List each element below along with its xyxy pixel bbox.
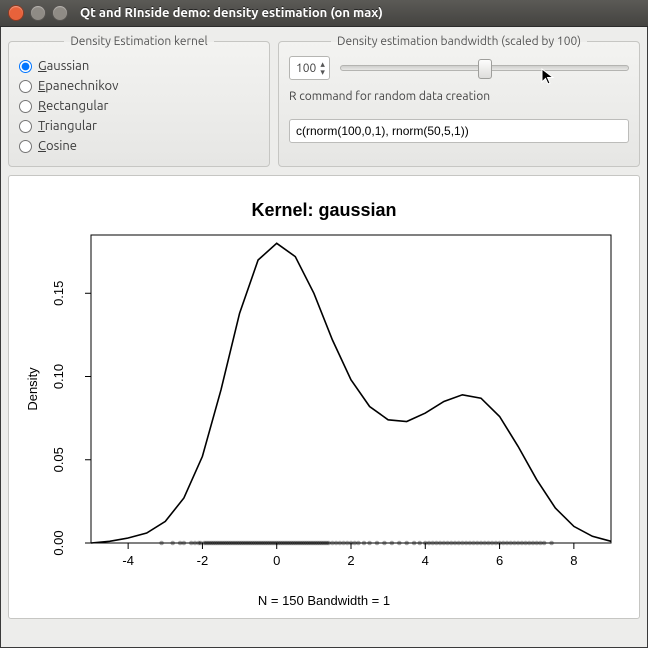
rcmd-input[interactable]: [289, 119, 629, 143]
kernel-radio-input[interactable]: [19, 100, 32, 113]
density-plot: Kernel: gaussian 0.00 0.05 0.10 0.15 Density…: [8, 175, 640, 619]
bandwidth-spinner[interactable]: 100 ▴▾: [289, 56, 330, 80]
svg-text:-4: -4: [122, 553, 134, 568]
kernel-radio-input[interactable]: [19, 60, 32, 73]
plot-title: Kernel: gaussian: [13, 200, 635, 221]
close-icon[interactable]: [8, 5, 24, 21]
svg-text:Density: Density: [25, 367, 40, 411]
svg-text:0.00: 0.00: [51, 530, 66, 555]
kernel-radio-gaussian[interactable]: Gaussian: [19, 56, 259, 76]
kernel-radio-epanechnikov[interactable]: Epanechnikov: [19, 76, 259, 96]
svg-text:0.05: 0.05: [51, 447, 66, 472]
window-title: Qt and RInside demo: density estimation …: [80, 6, 383, 20]
plot-caption: N = 150 Bandwidth = 1: [13, 593, 635, 608]
kernel-radio-cosine[interactable]: Cosine: [19, 136, 259, 156]
minimize-icon[interactable]: [30, 5, 46, 21]
bandwidth-groupbox: Density estimation bandwidth (scaled by …: [278, 35, 640, 167]
density-chart-svg: 0.00 0.05 0.10 0.15 Density -4 -2 0 2 4 6 8: [19, 229, 629, 589]
kernel-radio-label: Epanechnikov: [38, 79, 118, 93]
kernel-radio-input[interactable]: [19, 140, 32, 153]
kernel-radio-label: Rectangular: [38, 99, 108, 113]
kernel-radio-triangular[interactable]: Triangular: [19, 116, 259, 136]
bandwidth-slider[interactable]: [340, 57, 629, 79]
titlebar: Qt and RInside demo: density estimation …: [0, 0, 648, 27]
kernel-groupbox: Density Estimation kernel Gaussian Epanec…: [8, 35, 270, 167]
kernel-group-legend: Density Estimation kernel: [64, 35, 213, 48]
svg-text:-2: -2: [197, 553, 209, 568]
svg-text:0: 0: [273, 553, 280, 568]
kernel-radio-label: Gaussian: [38, 59, 89, 73]
kernel-radio-input[interactable]: [19, 120, 32, 133]
kernel-radio-rectangular[interactable]: Rectangular: [19, 96, 259, 116]
svg-text:0.10: 0.10: [51, 364, 66, 389]
svg-text:2: 2: [347, 553, 354, 568]
kernel-radio-label: Cosine: [38, 139, 77, 153]
maximize-icon[interactable]: [52, 5, 68, 21]
svg-text:0.15: 0.15: [51, 281, 66, 306]
bandwidth-group-legend: Density estimation bandwidth (scaled by …: [331, 35, 587, 48]
rcmd-label: R command for random data creation: [289, 90, 629, 103]
kernel-radio-label: Triangular: [38, 119, 97, 133]
svg-text:6: 6: [496, 553, 503, 568]
kernel-radio-input[interactable]: [19, 80, 32, 93]
svg-text:8: 8: [570, 553, 577, 568]
spinner-arrows-icon[interactable]: ▴▾: [320, 60, 325, 76]
bandwidth-spinner-value: 100: [296, 62, 316, 75]
svg-text:4: 4: [422, 553, 429, 568]
